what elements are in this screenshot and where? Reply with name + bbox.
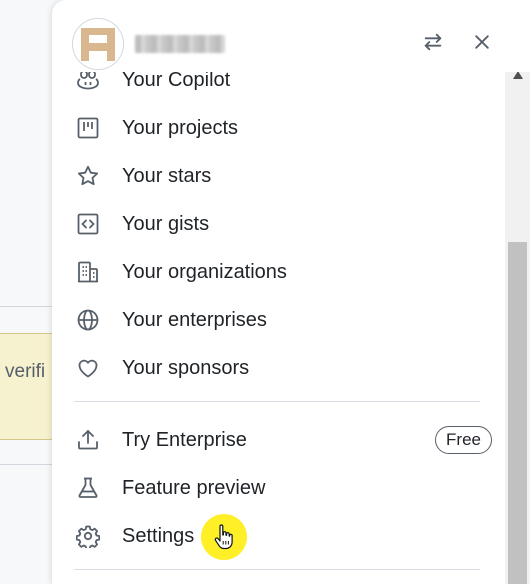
gear-icon xyxy=(74,522,102,550)
menu-divider xyxy=(74,569,480,570)
menu-item-label: Try Enterprise xyxy=(122,428,247,451)
hand-pointer-icon xyxy=(214,524,234,555)
scrollbar-thumb[interactable] xyxy=(508,242,527,584)
switch-account-button[interactable] xyxy=(419,30,447,58)
project-board-icon xyxy=(74,114,102,142)
background-row xyxy=(0,90,60,307)
menu-item-your-sponsors[interactable]: Your sponsors xyxy=(74,348,494,388)
menu-item-your-enterprises[interactable]: Your enterprises xyxy=(74,300,494,340)
menu-scroll-area: Your Copilot Your projects Your stars Yo… xyxy=(52,58,507,584)
banner-text: verifi xyxy=(5,361,46,382)
menu-item-label: Your sponsors xyxy=(122,356,250,379)
menu-item-your-stars[interactable]: Your stars xyxy=(74,156,494,196)
menu-item-label: Feature preview xyxy=(122,476,266,499)
user-menu-panel: Your Copilot Your projects Your stars Yo… xyxy=(52,0,530,584)
close-icon xyxy=(472,32,492,57)
menu-divider xyxy=(74,401,480,402)
verification-banner: verifi xyxy=(0,333,60,440)
menu-item-label: Your organizations xyxy=(122,260,287,283)
close-button[interactable] xyxy=(468,30,496,58)
background-row xyxy=(0,66,60,91)
avatar[interactable] xyxy=(72,18,124,70)
menu-item-settings[interactable]: Settings xyxy=(74,516,494,556)
organization-icon xyxy=(74,258,102,286)
menu-item-your-gists[interactable]: Your gists xyxy=(74,204,494,244)
menu-item-label: Your enterprises xyxy=(122,308,267,331)
username xyxy=(135,35,225,53)
background-row xyxy=(0,463,60,465)
menu-item-your-projects[interactable]: Your projects xyxy=(74,108,494,148)
globe-icon xyxy=(74,306,102,334)
star-icon xyxy=(74,162,102,190)
background-row xyxy=(0,0,60,67)
user-menu-header xyxy=(52,0,530,72)
free-badge: Free xyxy=(435,426,492,454)
beaker-icon xyxy=(74,474,102,502)
menu-item-label: Your gists xyxy=(122,212,210,235)
arrows-switch-icon xyxy=(422,31,444,58)
menu-item-feature-preview[interactable]: Feature preview xyxy=(74,468,494,508)
menu-scrollbar[interactable] xyxy=(505,58,530,584)
menu-item-label: Your stars xyxy=(122,164,212,187)
upload-icon xyxy=(74,426,102,454)
menu-item-label: Your projects xyxy=(122,116,238,139)
menu-item-try-enterprise[interactable]: Try Enterprise Free xyxy=(74,420,494,460)
menu-item-your-organizations[interactable]: Your organizations xyxy=(74,252,494,292)
menu-item-label: Settings xyxy=(122,524,195,547)
heart-icon xyxy=(74,354,102,382)
code-square-icon xyxy=(74,210,102,238)
